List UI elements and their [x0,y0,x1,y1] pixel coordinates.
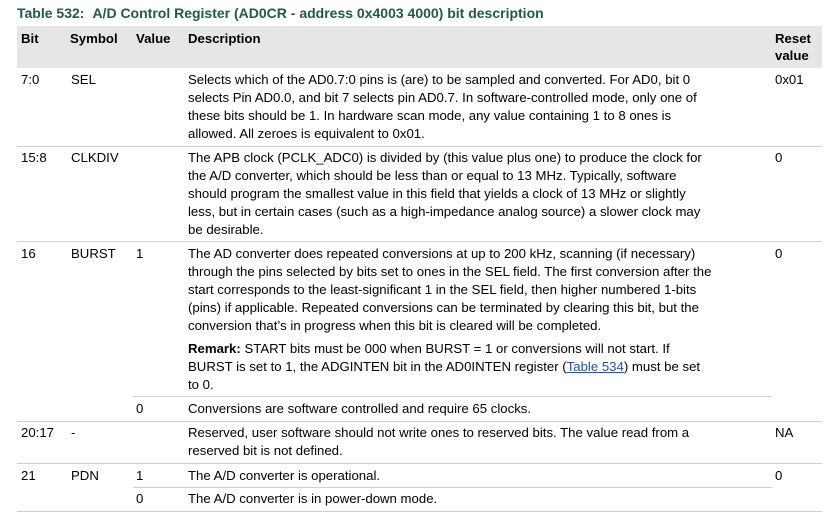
row-divider [17,463,822,464]
symbol-cell: - [71,425,76,440]
header-description: Description [188,31,261,46]
header-reset-value: Reset value [775,31,811,63]
reset-cell: 0 [775,150,783,165]
value-cell: 1 [136,246,144,261]
symbol-cell: PDN [71,468,99,483]
row-divider [17,146,822,147]
remark-label: Remark: [188,341,241,356]
table-bottom-rule [17,511,822,512]
value-cell: 1 [136,468,144,483]
description-cell: Selects which of the AD0.7:0 pins is (ar… [188,72,697,141]
header-bit: Bit [21,31,39,46]
value-cell: 0 [136,491,144,506]
description-cell: The A/D converter is operational. [188,468,381,483]
description-cell: The A/D converter is in power-down mode. [188,491,438,506]
table-title: A/D Control Register (AD0CR - address 0x… [92,5,544,21]
value-cell: 0 [136,401,144,416]
reset-cell: 0 [775,246,783,261]
bit-cell: 15:8 [21,150,47,165]
table-caption: Table 532: A/D Control Register (AD0CR - … [17,5,544,21]
row-divider [17,241,822,242]
reset-cell: 0x01 [775,72,804,87]
symbol-cell: CLKDIV [71,150,119,165]
bit-cell: 21 [21,468,36,483]
table-534-link[interactable]: Table 534 [567,359,624,374]
symbol-cell: SEL [71,72,96,87]
description-cell: The APB clock (PCLK_ADC0) is divided by … [188,150,702,237]
bit-cell: 16 [21,246,36,261]
reset-cell: NA [775,425,794,440]
description-cell: The AD converter does repeated conversio… [188,246,712,333]
subrow-divider [133,396,772,397]
remark-paragraph: Remark: START bits must be 000 when BURS… [188,341,701,392]
header-symbol: Symbol [70,31,118,46]
subrow-divider [133,487,772,488]
bit-cell: 20:17 [21,425,55,440]
table-number: Table 532: [17,5,85,21]
bit-cell: 7:0 [21,72,40,87]
description-cell: Reserved, user software should not write… [188,425,690,458]
table-header: Bit Symbol Value Description Reset value [17,26,822,69]
row-divider [17,421,822,422]
description-cell: Conversions are software controlled and … [188,401,532,416]
header-value: Value [136,31,171,46]
symbol-cell: BURST [71,246,116,261]
reset-cell: 0 [775,468,783,483]
